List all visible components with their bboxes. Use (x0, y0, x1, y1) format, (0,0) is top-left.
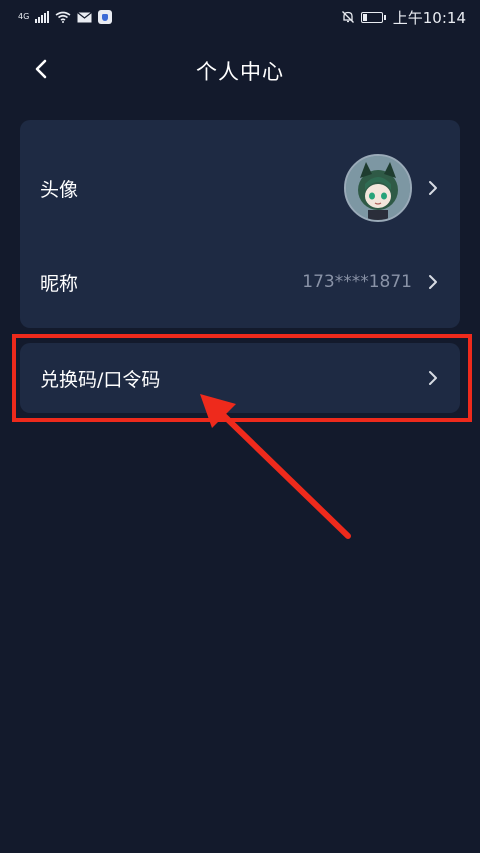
redeem-code-button[interactable]: 兑换码/口令码 (20, 343, 460, 413)
nickname-value: 173****1871 (302, 272, 412, 292)
chevron-right-icon (429, 371, 437, 385)
status-bar-right: 上午10:14 (341, 7, 466, 28)
wifi-icon (55, 11, 71, 23)
nickname-row[interactable]: 昵称 173****1871 (20, 244, 460, 320)
app-notification-icon (98, 10, 113, 24)
mail-icon (77, 11, 93, 22)
page-header: 个人中心 (0, 34, 480, 106)
page-title: 个人中心 (196, 60, 284, 84)
chevron-right-icon (429, 275, 437, 289)
signal-icon (35, 11, 50, 23)
chevron-right-icon (429, 181, 437, 195)
redeem-code-label: 兑换码/口令码 (40, 368, 161, 391)
network-type: 4G (18, 12, 30, 21)
mute-bell-icon (341, 11, 354, 23)
nickname-label: 昵称 (40, 272, 79, 295)
clock: 上午10:14 (392, 8, 466, 27)
avatar-label: 头像 (40, 178, 79, 201)
avatar-row[interactable]: 头像 (20, 120, 460, 256)
battery-level (362, 13, 367, 21)
status-bar: 4G 上午10:14 (0, 0, 480, 34)
battery-icon (360, 11, 386, 23)
avatar-image (346, 156, 410, 220)
status-bar-left: 4G (18, 10, 113, 24)
redeem-code-row[interactable]: 兑换码/口令码 (20, 343, 460, 413)
profile-card: 头像 昵称 173****1871 (20, 120, 460, 328)
avatar[interactable] (344, 154, 412, 222)
